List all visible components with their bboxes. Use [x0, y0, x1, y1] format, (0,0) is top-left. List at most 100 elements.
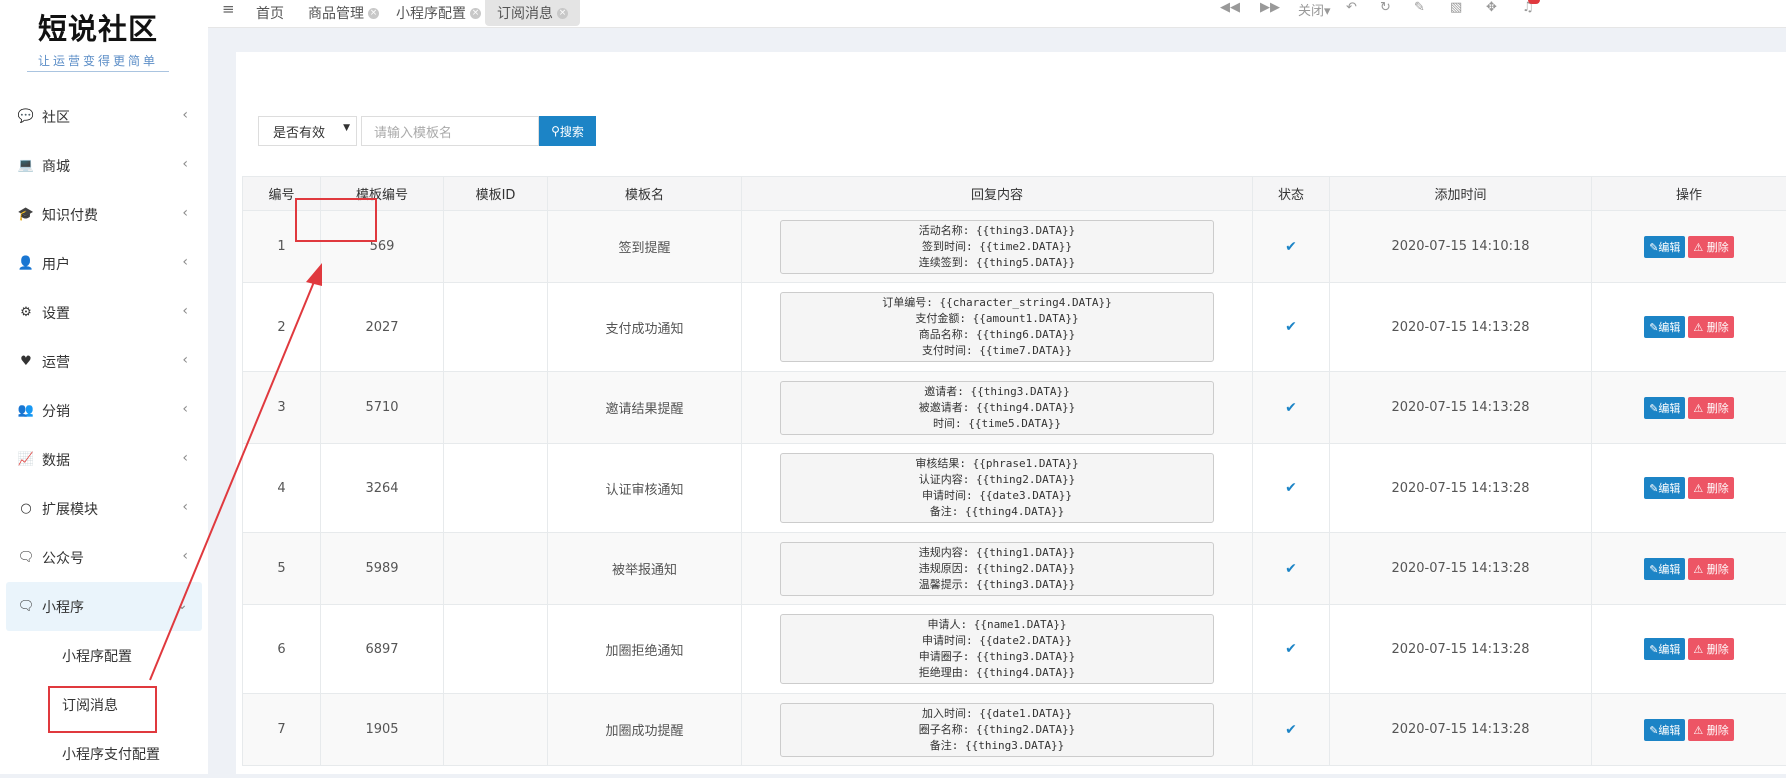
scroll-tabs-right-icon[interactable]: ▶▶ — [1260, 0, 1280, 15]
caret-down-icon: ▼ — [343, 123, 350, 133]
delete-button[interactable]: ⚠ 删除 — [1688, 397, 1733, 419]
menu-toggle-icon[interactable]: ≡ — [222, 0, 235, 18]
check-icon: ✔ — [1285, 561, 1297, 577]
cell-reply-content: 活动名称: {{thing3.DATA}}签到时间: {{time2.DATA}… — [742, 211, 1253, 283]
cell-template-code: 1905 — [321, 694, 444, 766]
undo-icon[interactable]: ↶ — [1346, 0, 1357, 15]
edit-button[interactable]: ✎编辑 — [1644, 316, 1685, 338]
reply-line: 拒绝理由: {{thing4.DATA}} — [781, 665, 1213, 681]
cell-added-time: 2020-07-15 14:13:28 — [1330, 372, 1592, 444]
cell-template-name: 认证审核通知 — [548, 444, 742, 533]
edit-button[interactable]: ✎编辑 — [1644, 638, 1685, 660]
header-actions: 操作 — [1592, 177, 1786, 211]
cell-status: ✔ — [1253, 372, 1330, 444]
table-header-row: 编号 模板编号 模板ID 模板名 回复内容 状态 添加时间 操作 — [243, 177, 1786, 211]
edit-button[interactable]: ✎编辑 — [1644, 236, 1685, 258]
reply-content-box: 申请人: {{name1.DATA}}申请时间: {{date2.DATA}}申… — [780, 614, 1214, 684]
sidebar-item-extensions[interactable]: ○扩展模块‹ — [0, 484, 208, 533]
delete-label: 删除 — [1707, 482, 1729, 495]
cell-reply-content: 审核结果: {{phrase1.DATA}}认证内容: {{thing2.DAT… — [742, 444, 1253, 533]
trash-icon[interactable]: ▧ — [1450, 0, 1462, 15]
sidebar-item-miniprogram[interactable]: 🗨小程序⌄ — [6, 582, 202, 631]
delete-button[interactable]: ⚠ 删除 — [1688, 558, 1733, 580]
delete-button[interactable]: ⚠ 删除 — [1688, 316, 1733, 338]
cell-template-name: 支付成功通知 — [548, 283, 742, 372]
delete-button[interactable]: ⚠ 删除 — [1688, 236, 1733, 258]
filter-bar: 是否有效 ▼ 请输入模板名 ⚲搜索 — [258, 116, 596, 146]
tab-subscription-messages[interactable]: 订阅消息× — [485, 0, 580, 26]
close-tabs-dropdown[interactable]: 关闭▾ — [1298, 0, 1331, 19]
sidebar-item-data[interactable]: 📈数据‹ — [0, 435, 208, 484]
cell-template-code: 5710 — [321, 372, 444, 444]
close-icon[interactable]: × — [470, 8, 481, 19]
table-row: 1 569 签到提醒 活动名称: {{thing3.DATA}}签到时间: {{… — [243, 211, 1786, 283]
sidebar-item-operation[interactable]: ♥运营‹ — [0, 337, 208, 386]
brush-icon[interactable]: ✎ — [1414, 0, 1425, 15]
cell-template-id — [444, 444, 548, 533]
cell-template-name: 邀请结果提醒 — [548, 372, 742, 444]
chevron-left-icon: ‹ — [182, 352, 188, 368]
sidebar-item-label: 分销 — [42, 401, 70, 421]
graduation-cap-icon: 🎓 — [18, 207, 34, 223]
sidebar-item-official-account[interactable]: 🗨 公众号 ‹ — [0, 533, 208, 582]
sidebar-item-label: 运营 — [42, 352, 70, 372]
validity-select-value: 是否有效 — [273, 122, 325, 141]
reply-content-box: 活动名称: {{thing3.DATA}}签到时间: {{time2.DATA}… — [780, 220, 1214, 274]
submenu-item-miniprogram-config[interactable]: 小程序配置 — [0, 631, 208, 680]
cell-reply-content: 加入时间: {{date1.DATA}}圈子名称: {{thing2.DATA}… — [742, 694, 1253, 766]
cell-actions: ✎编辑⚠ 删除 — [1592, 444, 1786, 533]
edit-label: 编辑 — [1658, 563, 1680, 576]
edit-button[interactable]: ✎编辑 — [1644, 719, 1685, 741]
warning-icon: ⚠ — [1693, 402, 1703, 415]
close-icon[interactable]: × — [557, 8, 568, 19]
cell-template-code: 3264 — [321, 444, 444, 533]
sidebar-item-mall[interactable]: 💻商城‹ — [0, 141, 208, 190]
cell-actions: ✎编辑⚠ 删除 — [1592, 694, 1786, 766]
delete-button[interactable]: ⚠ 删除 — [1688, 638, 1733, 660]
cell-status: ✔ — [1253, 605, 1330, 694]
reply-line: 认证内容: {{thing2.DATA}} — [781, 472, 1213, 488]
scroll-tabs-left-icon[interactable]: ◀◀ — [1220, 0, 1240, 15]
reply-line: 活动名称: {{thing3.DATA}} — [781, 223, 1213, 239]
check-icon: ✔ — [1285, 480, 1297, 496]
cell-reply-content: 订单编号: {{character_string4.DATA}}支付金额: {{… — [742, 283, 1253, 372]
sidebar-item-community[interactable]: 💬社区‹ — [0, 92, 208, 141]
delete-label: 删除 — [1707, 643, 1729, 656]
edit-label: 编辑 — [1658, 724, 1680, 737]
reply-line: 支付时间: {{time7.DATA}} — [781, 343, 1213, 359]
search-placeholder: 请输入模板名 — [374, 122, 452, 141]
logo-subtitle: 让运营变得更简单 — [0, 52, 202, 69]
chat-icon: 💬 — [18, 109, 34, 125]
chevron-left-icon: ‹ — [182, 499, 188, 515]
cell-added-time: 2020-07-15 14:13:28 — [1330, 533, 1592, 605]
delete-button[interactable]: ⚠ 删除 — [1688, 719, 1733, 741]
sidebar-item-users[interactable]: 👤用户‹ — [0, 239, 208, 288]
delete-button[interactable]: ⚠ 删除 — [1688, 477, 1733, 499]
edit-label: 编辑 — [1658, 241, 1680, 254]
search-button[interactable]: ⚲搜索 — [539, 116, 596, 146]
submenu-item-miniprogram-payment-config[interactable]: 小程序支付配置 — [0, 729, 208, 778]
edit-button[interactable]: ✎编辑 — [1644, 397, 1685, 419]
refresh-icon[interactable]: ↻ — [1380, 0, 1391, 15]
sidebar-item-knowledge[interactable]: 🎓知识付费‹ — [0, 190, 208, 239]
wechat-icon: 🗨 — [18, 550, 34, 566]
template-name-search-input[interactable]: 请输入模板名 — [361, 116, 539, 146]
tab-home[interactable]: 首页 — [256, 0, 284, 26]
sidebar-item-distribution[interactable]: 👥分销‹ — [0, 386, 208, 435]
check-icon: ✔ — [1285, 239, 1297, 255]
chevron-left-icon: ‹ — [182, 548, 188, 564]
tab-product-management[interactable]: 商品管理× — [308, 0, 379, 26]
tab-miniprogram-config[interactable]: 小程序配置× — [396, 0, 481, 26]
validity-select[interactable]: 是否有效 ▼ — [258, 116, 357, 146]
reply-content-box: 订单编号: {{character_string4.DATA}}支付金额: {{… — [780, 292, 1214, 362]
edit-button[interactable]: ✎编辑 — [1644, 558, 1685, 580]
sidebar-item-settings[interactable]: ⚙设置‹ — [0, 288, 208, 337]
fullscreen-icon[interactable]: ✥ — [1486, 0, 1497, 15]
cell-template-id — [444, 694, 548, 766]
edit-button[interactable]: ✎编辑 — [1644, 477, 1685, 499]
reply-line: 违规原因: {{thing2.DATA}} — [781, 561, 1213, 577]
close-icon[interactable]: × — [368, 8, 379, 19]
sidebar-item-label: 公众号 — [42, 548, 84, 568]
logo: 短说社区 让运营变得更简单 — [0, 6, 208, 72]
puzzle-icon: ○ — [18, 501, 34, 517]
